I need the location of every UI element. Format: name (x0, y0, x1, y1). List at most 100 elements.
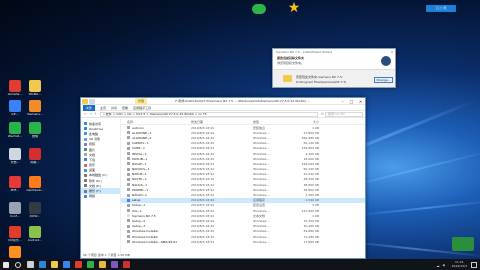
file-date: 2010/8/6 18:44 (191, 208, 215, 213)
nav-item[interactable]: 网络 (81, 194, 120, 199)
edge-icon[interactable] (36, 259, 48, 270)
file-type: Windows ... (253, 182, 271, 187)
search-input[interactable]: 搜索"nx 75" (325, 111, 363, 117)
store-icon-glyph (62, 261, 70, 268)
column-size[interactable]: 大小 (291, 120, 323, 124)
file-size: 121,400 KB (301, 208, 319, 213)
file-row[interactable]: Windows Installer~MBS.98-61 2010/8/6 18:4… (121, 239, 365, 244)
change-button[interactable]: Change... (374, 77, 393, 83)
top-right-chip[interactable]: 口 □ 讯 (426, 5, 456, 12)
dialog-close-icon[interactable]: ✕ (389, 49, 395, 55)
column-type[interactable]: 类型 (253, 120, 291, 124)
maximize-icon[interactable]: □ (347, 98, 356, 105)
desktop-shortcut[interactable]: SIGMA… (24, 80, 46, 96)
file-type: Windows ... (253, 172, 271, 177)
file-size: 1,540 KB (305, 198, 319, 203)
chrome-taskbar-icon[interactable] (96, 259, 108, 270)
file-date: 2010/8/6 18:44 (191, 203, 215, 208)
desktop-shortcut[interactable]: 微信 (24, 122, 46, 138)
network-icon[interactable]: ▂ (437, 263, 439, 267)
tab-file[interactable]: 文件 (83, 104, 96, 111)
file-name-text: NXPLM~1 (132, 172, 147, 177)
file-icon (127, 162, 130, 166)
desktop-shortcut-label: 微信 (31, 135, 38, 138)
quick-access-folder-icon[interactable] (82, 98, 88, 104)
file-date: 2010/8/6 18:44 (191, 193, 215, 198)
file-date: 2010/8/6 18:44 (191, 135, 215, 140)
context-tab-manage[interactable]: 管理 (135, 97, 148, 105)
file-name-text: CORE~1 (132, 146, 145, 151)
green-badge-icon[interactable] (452, 237, 474, 251)
column-name[interactable]: 名称 (121, 120, 191, 124)
tab-view[interactable]: 查看 (122, 106, 128, 110)
file-date: 2010/8/6 18:44 (191, 156, 215, 161)
file-icon (127, 141, 130, 145)
up-arrow-icon[interactable]: ↑ (93, 112, 98, 116)
tab-share[interactable]: 共享 (111, 106, 117, 110)
start-button[interactable] (0, 259, 12, 270)
search-icon[interactable] (12, 259, 24, 270)
notification-icon[interactable] (471, 261, 477, 268)
desktop-shortcut-label: Wechat… (7, 135, 23, 138)
purple-app-taskbar-icon[interactable] (108, 259, 120, 270)
address-bar[interactable]: « 软件 > CAD > UG > UG7.5 > Siemens.NX.V7.… (100, 111, 318, 117)
cad-taskbar-icon[interactable] (120, 259, 132, 270)
app-pdf-icon (9, 176, 21, 188)
close-icon[interactable]: ✕ (356, 98, 365, 105)
file-name-text: Setup~3 (132, 224, 146, 229)
file-size: 159,800 KB (301, 146, 319, 151)
volume-icon[interactable]: ◀ (442, 263, 444, 267)
red-app-taskbar-icon[interactable] (72, 259, 84, 270)
file-type: Windows ... (253, 167, 271, 172)
file-name: PROEBL~1 (121, 188, 191, 192)
minimize-icon[interactable]: – (338, 98, 347, 105)
desktop-shortcut[interactable]: Conf… (4, 202, 26, 218)
desktop-shortcut[interactable]: 文档… (4, 148, 26, 164)
tab-home[interactable]: 主页 (100, 106, 106, 110)
desktop-shortcut[interactable]: Yamaha… (4, 80, 26, 96)
desktop-shortcut[interactable]: DOW… (24, 202, 46, 218)
desktop-shortcut[interactable]: 网易… (24, 148, 46, 164)
nav-item-icon (84, 132, 87, 136)
file-name-text: setup (132, 198, 141, 203)
quick-access-properties-icon[interactable] (89, 98, 95, 104)
file-icon (127, 146, 130, 150)
desktop-shortcut[interactable]: Wechat… (4, 122, 26, 138)
folder-icon (283, 75, 292, 82)
desktop-shortcut[interactable]: Siemens… (24, 100, 46, 116)
desktop-shortcut[interactable]: PDF… (4, 176, 26, 192)
nav-item-label: 图片 (89, 147, 96, 152)
wechat-taskbar-icon[interactable] (84, 259, 96, 270)
file-icon (127, 209, 130, 213)
file-size: 17,680 KB (303, 239, 319, 244)
store-icon[interactable] (60, 259, 72, 270)
desktop-shortcut[interactable]: Camtasia… (24, 176, 46, 192)
tab-app-tools[interactable]: 应用程序工具 (133, 106, 151, 110)
explorer-icon[interactable] (48, 259, 60, 270)
desktop-shortcut[interactable]: GE… (4, 100, 26, 116)
taskbar: ▂ ◀ 11:21 2019/12/3 (0, 259, 480, 270)
green-cloud-app-icon[interactable] (252, 4, 266, 14)
clock[interactable]: 11:21 2019/12/3 (448, 260, 471, 268)
task-view-icon[interactable] (24, 259, 36, 270)
file-size: 260,980 KB (301, 135, 319, 140)
desktop-shortcut[interactable]: Android… (24, 226, 46, 242)
file-icon (127, 235, 130, 239)
task-view-icon-glyph (26, 261, 34, 268)
file-name-text: UGI~1 (132, 208, 142, 213)
column-date[interactable]: 修改日期 (191, 120, 253, 124)
file-date: 2010/8/6 18:44 (191, 167, 215, 172)
file-date: 2010/8/6 18:44 (191, 141, 215, 146)
dialog-panel: 安装到此文件夹 Siemens NX 7.5: D:\Program Files… (273, 69, 395, 87)
app-red-icon (9, 80, 21, 92)
file-date: 2010/8/6 18:44 (191, 182, 215, 187)
file-date: 2010/8/6 18:44 (191, 130, 215, 135)
red-app-taskbar-icon-glyph (74, 261, 82, 268)
file-name: Setup~2 (121, 219, 191, 223)
file-name-text: autorun (132, 125, 144, 130)
nav-item-icon (84, 153, 87, 157)
desktop-shortcut[interactable]: QQ音乐… (4, 226, 26, 242)
file-name: UGI~1 (121, 209, 191, 213)
star-app-icon[interactable]: ★ (287, 1, 301, 15)
file-name: NXCAD~1 (121, 193, 191, 197)
